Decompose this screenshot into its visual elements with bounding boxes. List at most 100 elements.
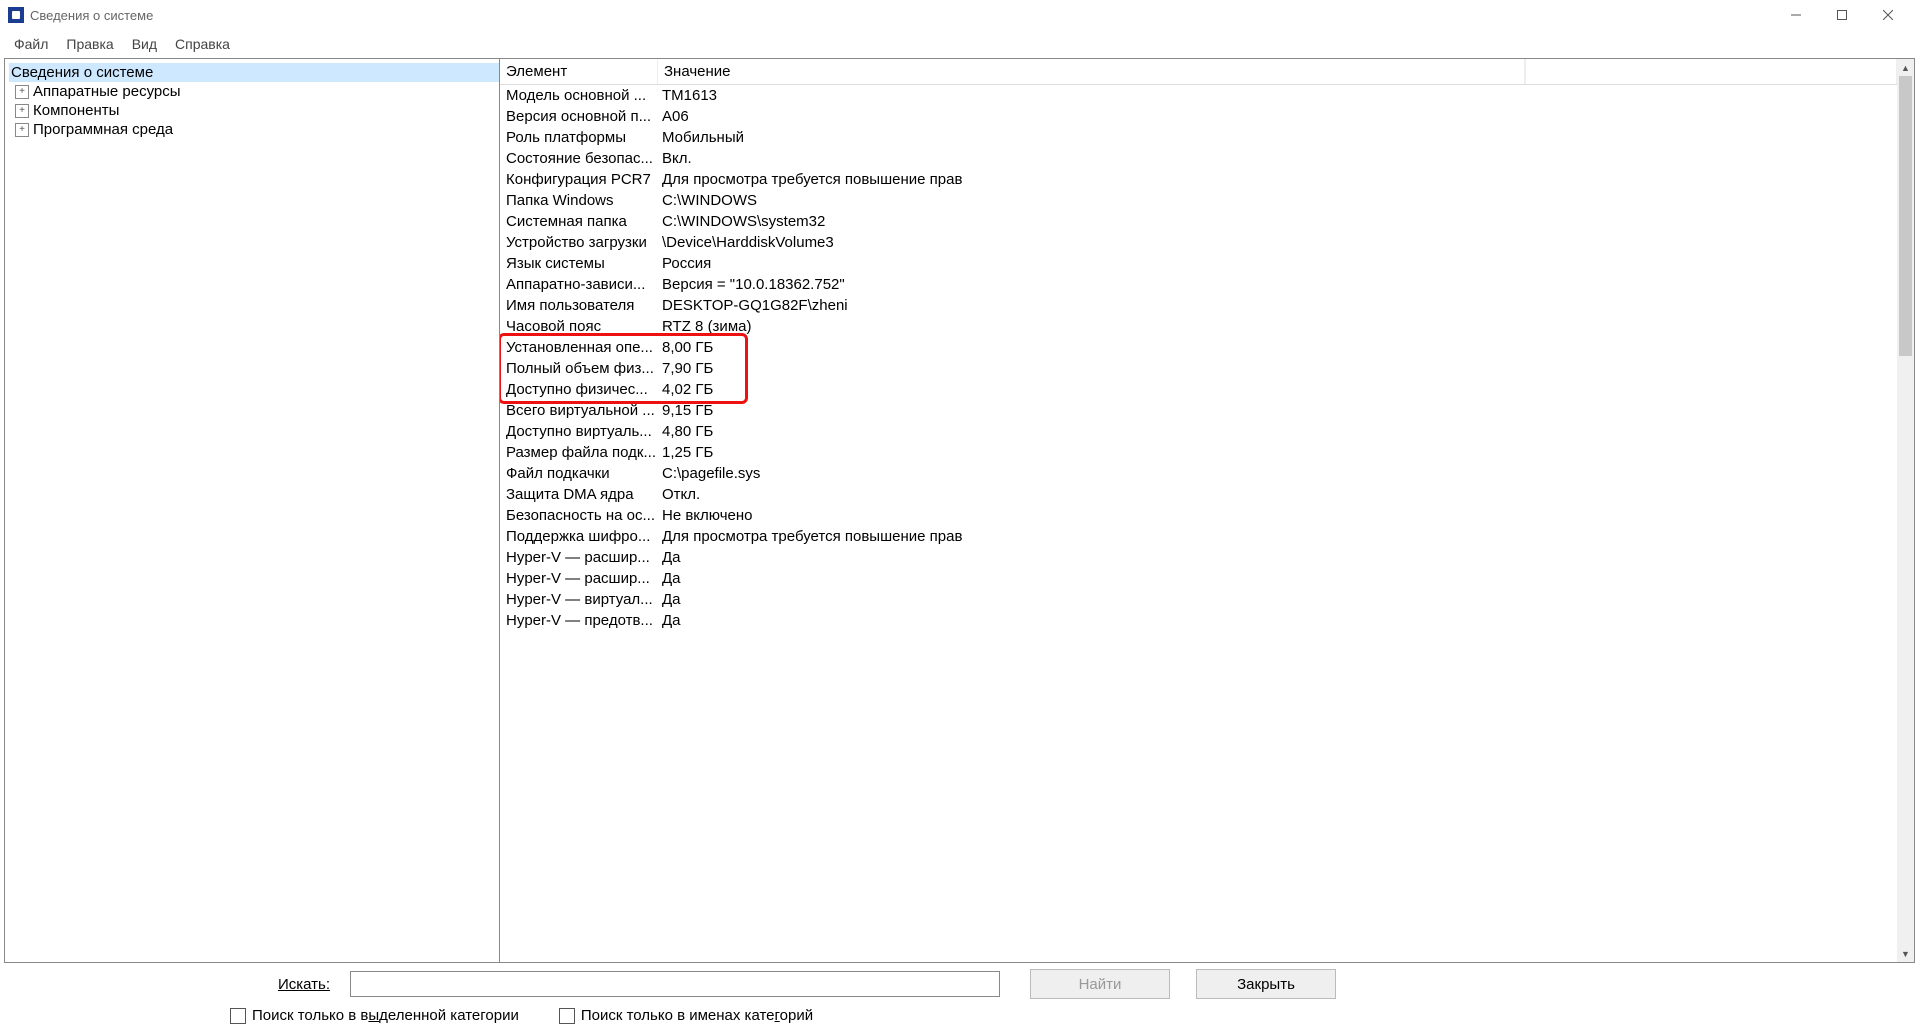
scroll-track[interactable] [1897,76,1914,945]
cell-element: Файл подкачки [500,465,658,482]
tree-item[interactable]: +Программная среда [9,120,499,139]
cell-element: Доступно виртуаль... [500,423,658,440]
cell-value: 4,80 ГБ [658,423,1897,440]
cell-value: C:\pagefile.sys [658,465,1897,482]
cell-element: Доступно физичес... [500,381,658,398]
expand-icon[interactable]: + [15,104,29,118]
scroll-up-icon[interactable]: ▲ [1897,59,1914,76]
details-pane: Элемент Значение Модель основной ...TM16… [500,59,1914,962]
maximize-button[interactable] [1819,0,1865,30]
cell-element: Имя пользователя [500,297,658,314]
cell-value: C:\WINDOWS [658,192,1897,209]
list-row[interactable]: Всего виртуальной ...9,15 ГБ [500,400,1897,421]
cell-value: Для просмотра требуется повышение прав [658,171,1897,188]
search-input[interactable] [350,971,1000,997]
column-element[interactable]: Элемент [500,59,658,84]
cell-element: Папка Windows [500,192,658,209]
details-list[interactable]: Элемент Значение Модель основной ...TM16… [500,59,1897,962]
list-row[interactable]: Модель основной ...TM1613 [500,85,1897,106]
close-search-button[interactable]: Закрыть [1196,969,1336,999]
menu-file[interactable]: Файл [6,33,56,55]
cell-value: Для просмотра требуется повышение прав [658,528,1897,545]
cell-value: 7,90 ГБ [658,360,1897,377]
close-button[interactable] [1865,0,1911,30]
cell-value: A06 [658,108,1897,125]
minimize-button[interactable] [1773,0,1819,30]
cell-element: Безопасность на ос... [500,507,658,524]
checkbox-icon [230,1008,246,1024]
tree-item-label: Аппаратные ресурсы [33,83,181,100]
cell-element: Конфигурация PCR7 [500,171,658,188]
category-tree[interactable]: Сведения о системе + Аппаратные ресурсы + К… [5,59,500,962]
window-controls [1773,0,1911,30]
cell-value: Да [658,612,1897,629]
list-row[interactable]: Устройство загрузки\Device\HarddiskVolum… [500,232,1897,253]
cell-element: Всего виртуальной ... [500,402,658,419]
cell-element: Hyper-V — расшир... [500,549,658,566]
column-spacer [1525,59,1897,84]
search-selected-category-checkbox[interactable]: Поиск только в выделенной категории [230,1007,519,1024]
list-row[interactable]: Защита DMA ядраОткл. [500,484,1897,505]
menu-help[interactable]: Справка [167,33,238,55]
menubar: Файл Правка Вид Справка [0,30,1919,58]
list-row[interactable]: Роль платформыМобильный [500,127,1897,148]
list-row[interactable]: Hyper-V — предотв...Да [500,610,1897,631]
tree-item[interactable]: + Аппаратные ресурсы [9,82,499,101]
list-row[interactable]: Hyper-V — расшир...Да [500,547,1897,568]
cell-value: Мобильный [658,129,1897,146]
cell-value: TM1613 [658,87,1897,104]
find-button[interactable]: Найти [1030,969,1170,999]
app-icon [8,7,24,23]
list-row[interactable]: Полный объем физ...7,90 ГБ [500,358,1897,379]
list-row[interactable]: Безопасность на ос...Не включено [500,505,1897,526]
list-header[interactable]: Элемент Значение [500,59,1897,85]
expand-icon[interactable]: + [15,123,29,137]
cell-value: Вкл. [658,150,1897,167]
cell-element: Часовой пояс [500,318,658,335]
list-row[interactable]: Имя пользователяDESKTOP-GQ1G82F\zheni [500,295,1897,316]
cell-value: Версия = "10.0.18362.752" [658,276,1897,293]
list-row[interactable]: Размер файла подк...1,25 ГБ [500,442,1897,463]
cell-element: Роль платформы [500,129,658,146]
list-row[interactable]: Конфигурация PCR7Для просмотра требуется… [500,169,1897,190]
vertical-scrollbar[interactable]: ▲ ▼ [1897,59,1914,962]
cell-element: Состояние безопас... [500,150,658,167]
list-row[interactable]: Системная папкаC:\WINDOWS\system32 [500,211,1897,232]
cell-element: Системная папка [500,213,658,230]
column-value[interactable]: Значение [658,59,1525,84]
search-category-names-checkbox[interactable]: Поиск только в именах категорий [559,1007,813,1024]
list-row[interactable]: Доступно физичес...4,02 ГБ [500,379,1897,400]
tree-item[interactable]: + Компоненты [9,101,499,120]
list-row[interactable]: Доступно виртуаль...4,80 ГБ [500,421,1897,442]
cell-value: DESKTOP-GQ1G82F\zheni [658,297,1897,314]
list-row[interactable]: Файл подкачкиC:\pagefile.sys [500,463,1897,484]
cell-element: Язык системы [500,255,658,272]
cell-value: Россия [658,255,1897,272]
scroll-down-icon[interactable]: ▼ [1897,945,1914,962]
checkbox-label: Поиск только в выделенной категории [252,1007,519,1024]
list-row[interactable]: Hyper-V — расшир...Да [500,568,1897,589]
cell-element: Размер файла подк... [500,444,658,461]
cell-value: Не включено [658,507,1897,524]
cell-value: C:\WINDOWS\system32 [658,213,1897,230]
list-row[interactable]: Поддержка шифро...Для просмотра требуетс… [500,526,1897,547]
cell-element: Hyper-V — виртуал... [500,591,658,608]
list-row[interactable]: Состояние безопас...Вкл. [500,148,1897,169]
list-row[interactable]: Hyper-V — виртуал...Да [500,589,1897,610]
tree-item-label: Компоненты [33,102,119,119]
content-area: Сведения о системе + Аппаратные ресурсы + К… [4,58,1915,963]
list-row[interactable]: Установленная опе...8,00 ГБ [500,337,1897,358]
list-row[interactable]: Часовой поясRTZ 8 (зима) [500,316,1897,337]
list-row[interactable]: Язык системыРоссия [500,253,1897,274]
list-row[interactable]: Версия основной п...A06 [500,106,1897,127]
menu-edit[interactable]: Правка [58,33,121,55]
scroll-thumb[interactable] [1899,76,1912,356]
titlebar: Сведения о системе [0,0,1919,30]
tree-root-item[interactable]: Сведения о системе [9,63,499,82]
cell-value: Да [658,570,1897,587]
expand-icon[interactable]: + [15,85,29,99]
list-row[interactable]: Аппаратно-зависи...Версия = "10.0.18362.… [500,274,1897,295]
list-row[interactable]: Папка WindowsC:\WINDOWS [500,190,1897,211]
cell-value: 4,02 ГБ [658,381,1897,398]
menu-view[interactable]: Вид [124,33,165,55]
